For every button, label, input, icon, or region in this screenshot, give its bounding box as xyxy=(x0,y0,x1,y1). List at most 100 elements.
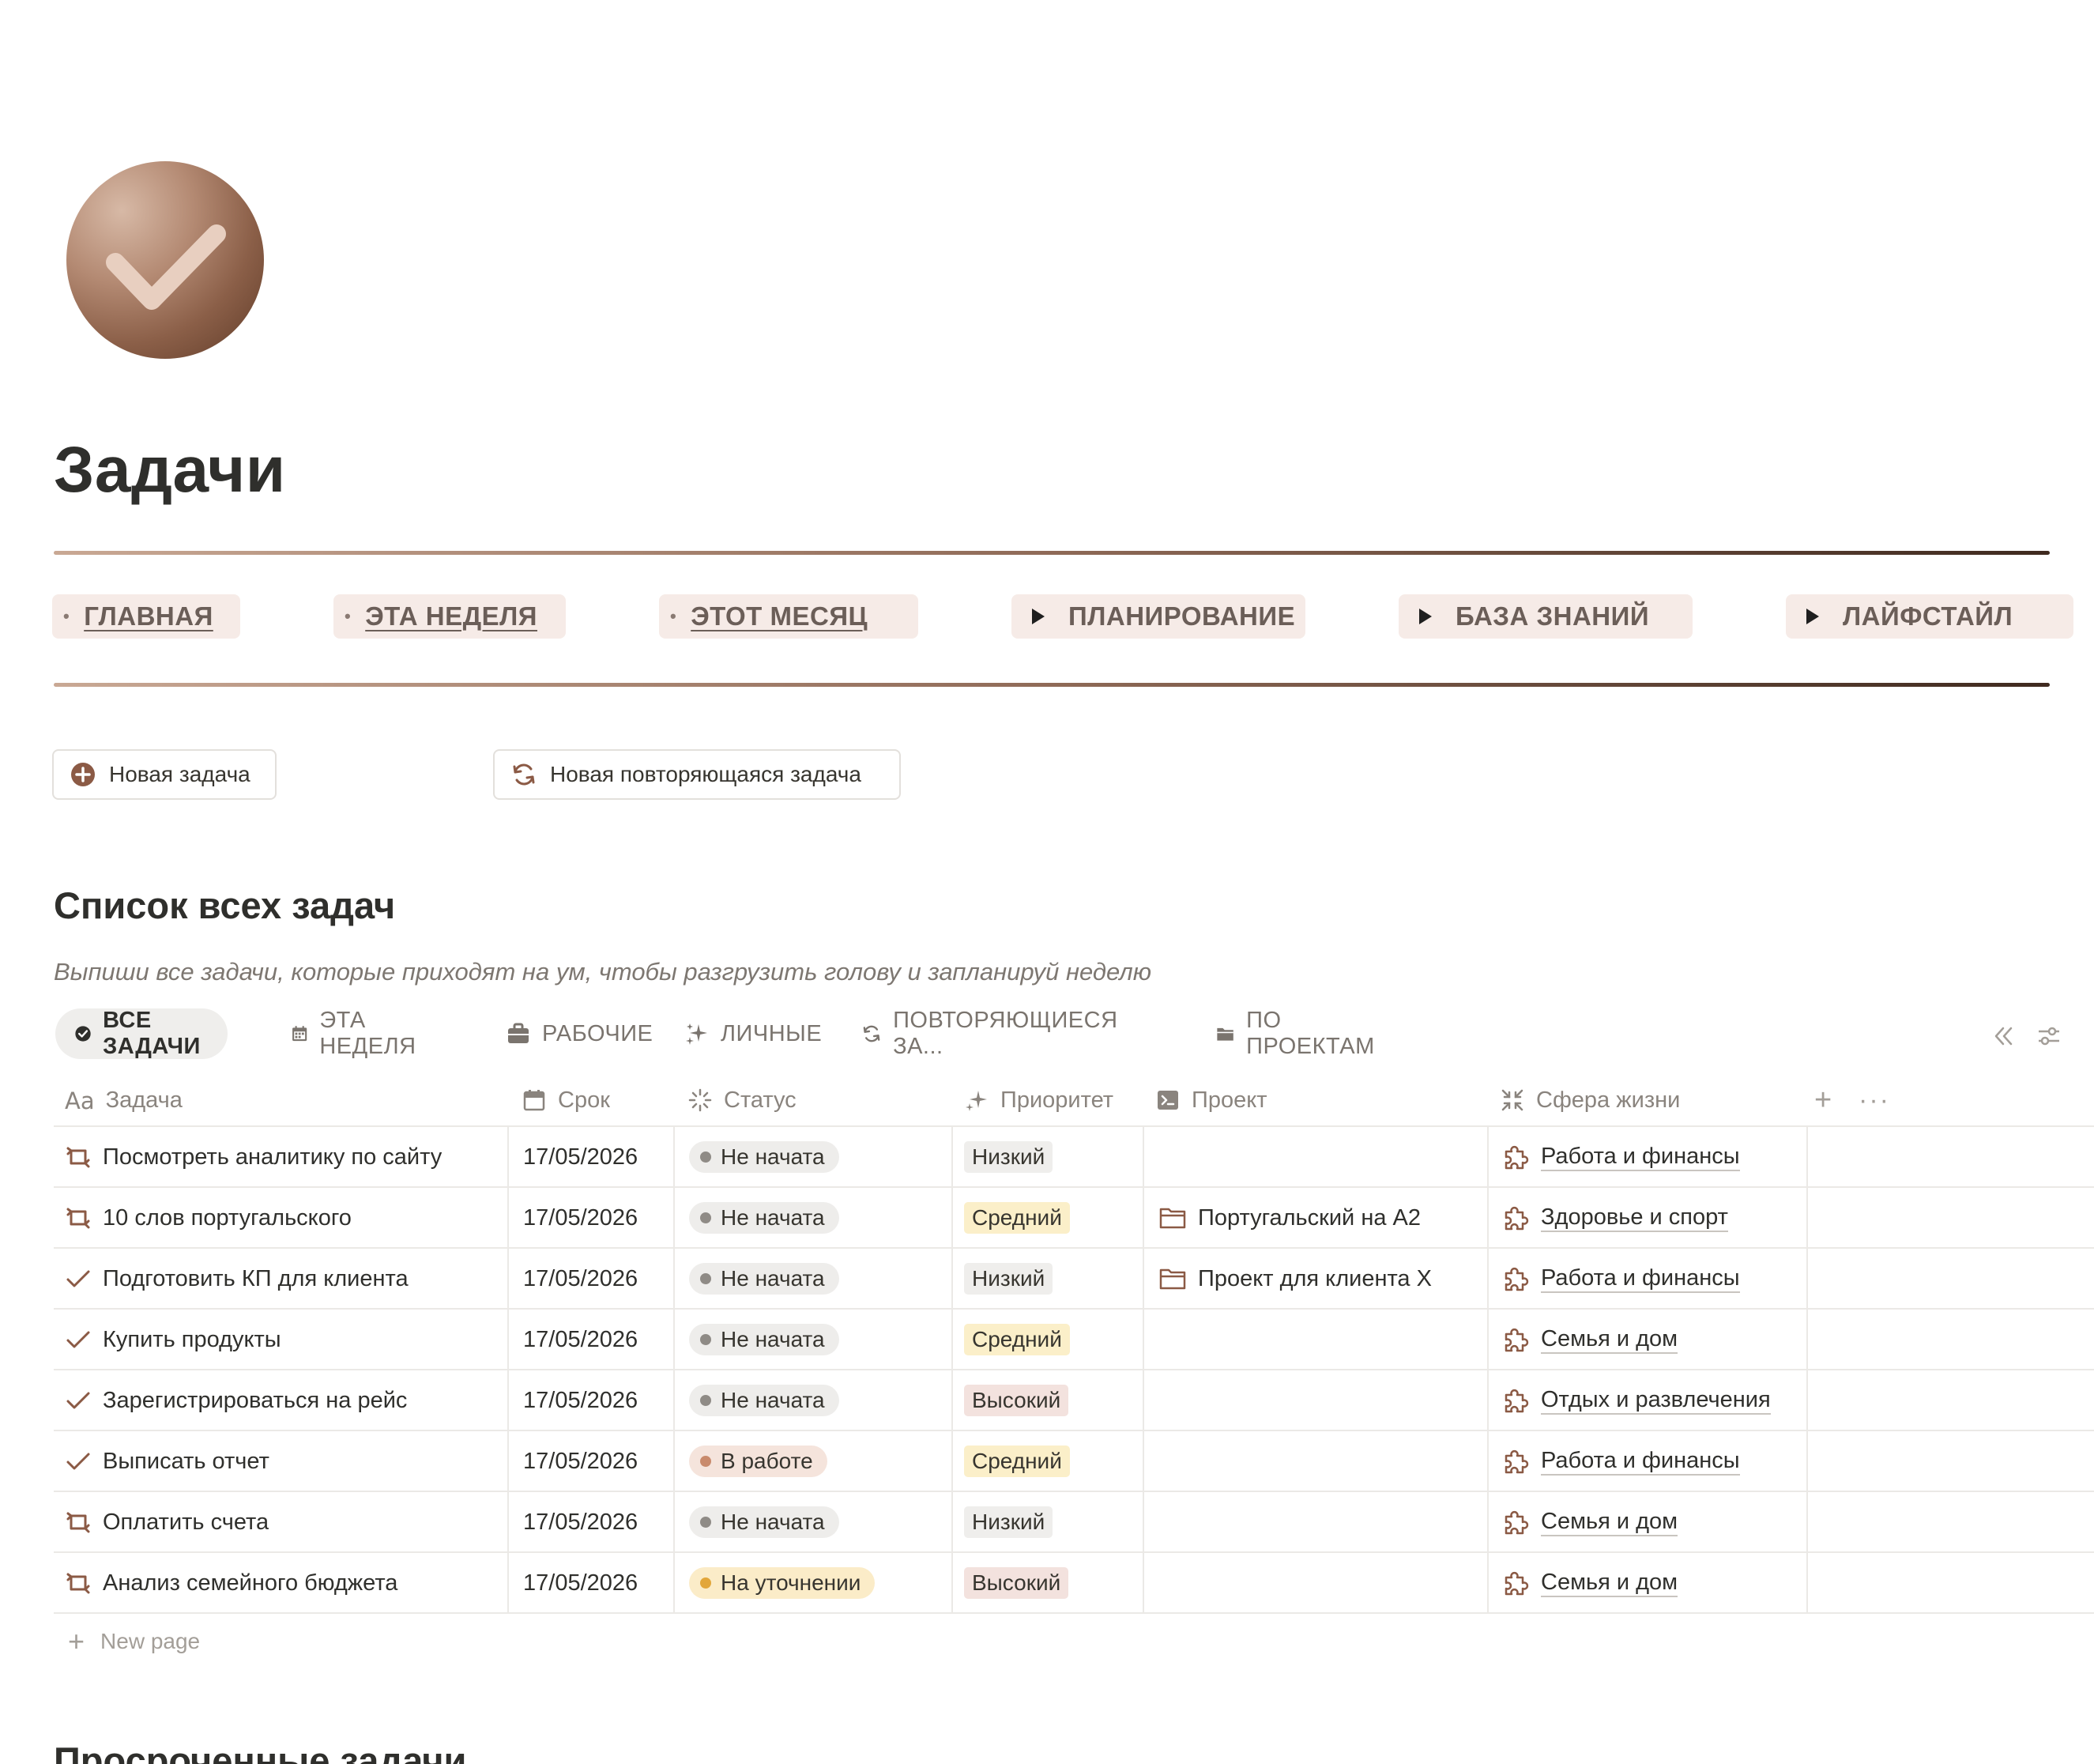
priority-badge: Низкий xyxy=(964,1141,1053,1173)
new-page-button[interactable]: + New page xyxy=(68,1625,200,1658)
status-badge: В работе xyxy=(689,1446,827,1477)
tab-work[interactable]: РАБОЧИЕ xyxy=(506,1008,653,1059)
priority-cell[interactable]: Средний xyxy=(964,1310,1070,1370)
sphere-link[interactable]: Отдых и развлечения xyxy=(1489,1385,1771,1415)
plus-icon: + xyxy=(68,1625,85,1657)
page-icon[interactable] xyxy=(66,161,264,359)
priority-cell[interactable]: Высокий xyxy=(964,1370,1069,1430)
status-label: Не начата xyxy=(721,1388,825,1412)
status-cell[interactable]: В работе xyxy=(689,1431,827,1491)
status-badge: Не начата xyxy=(689,1202,839,1234)
project-cell[interactable]: Проект для клиента X xyxy=(1144,1249,1432,1309)
nav-knowledge-base-toggle[interactable]: БАЗА ЗНАНИЙ xyxy=(1399,594,1693,639)
column-header-project[interactable]: Проект xyxy=(1155,1073,1267,1127)
column-header-priority[interactable]: Приоритет xyxy=(964,1073,1113,1127)
new-recurring-task-button[interactable]: Новая повторяющаяся задача xyxy=(493,749,901,800)
priority-cell[interactable]: Низкий xyxy=(964,1127,1053,1187)
priority-cell[interactable]: Средний xyxy=(964,1188,1070,1248)
task-cell[interactable]: Выписать отчет xyxy=(54,1431,269,1491)
task-cell[interactable]: 10 слов португальского xyxy=(54,1188,352,1248)
priority-cell[interactable]: Низкий xyxy=(964,1249,1053,1309)
nav-this-week-button[interactable]: • ЭТА НЕДЕЛЯ xyxy=(333,594,566,639)
priority-cell[interactable]: Низкий xyxy=(964,1492,1053,1552)
sphere-link[interactable]: Работа и финансы xyxy=(1489,1264,1740,1294)
sphere-link[interactable]: Семья и дом xyxy=(1489,1568,1678,1598)
nav-planning-toggle[interactable]: ПЛАНИРОВАНИЕ xyxy=(1011,594,1305,639)
project-cell[interactable]: Португальский на A2 xyxy=(1144,1188,1421,1248)
table-row[interactable]: Выписать отчет 17/05/2026 В работе Средний Р… xyxy=(54,1431,2094,1492)
sphere-cell[interactable]: Здоровье и спорт xyxy=(1489,1188,1728,1248)
status-cell[interactable]: Не начата xyxy=(689,1127,839,1187)
sphere-link[interactable]: Работа и финансы xyxy=(1489,1446,1740,1476)
nav-bar: • ГЛАВНАЯ • ЭТА НЕДЕЛЯ • ЭТОТ МЕСЯЦ ПЛАН… xyxy=(0,594,2094,639)
table-row[interactable]: Подготовить КП для клиента 17/05/2026 Не н… xyxy=(54,1249,2094,1310)
sphere-cell[interactable]: Отдых и развлечения xyxy=(1489,1370,1771,1430)
sphere-link[interactable]: Работа и финансы xyxy=(1489,1142,1740,1172)
priority-cell[interactable]: Высокий xyxy=(964,1553,1069,1613)
puzzle-icon xyxy=(1505,1510,1529,1535)
sphere-cell[interactable]: Работа и финансы xyxy=(1489,1127,1740,1187)
project-link[interactable]: Проект для клиента X xyxy=(1144,1266,1432,1292)
task-cell[interactable]: Подготовить КП для клиента xyxy=(54,1249,409,1309)
task-cell[interactable]: Оплатить счета xyxy=(54,1492,269,1552)
table-row[interactable]: 10 слов португальского 17/05/2026 Не начат… xyxy=(54,1188,2094,1249)
sphere-cell[interactable]: Семья и дом xyxy=(1489,1553,1678,1613)
due-cell[interactable]: 17/05/2026 xyxy=(523,1370,638,1430)
table-row[interactable]: Купить продукты 17/05/2026 Не начата Средни… xyxy=(54,1310,2094,1370)
priority-cell[interactable]: Средний xyxy=(964,1431,1070,1491)
status-cell[interactable]: Не начата xyxy=(689,1370,839,1430)
nav-this-month-button[interactable]: • ЭТОТ МЕСЯЦ xyxy=(659,594,918,639)
due-cell[interactable]: 17/05/2026 xyxy=(523,1127,638,1187)
new-task-button[interactable]: Новая задача xyxy=(52,749,277,800)
table-row[interactable]: Посмотреть аналитику по сайту 17/05/2026 Н… xyxy=(54,1127,2094,1188)
table-row[interactable]: Зарегистрироваться на рейс 17/05/2026 Не н… xyxy=(54,1370,2094,1431)
sphere-cell[interactable]: Работа и финансы xyxy=(1489,1249,1740,1309)
add-property-button[interactable]: + xyxy=(1814,1073,1832,1127)
status-cell[interactable]: На уточнении xyxy=(689,1553,876,1613)
column-header-sphere[interactable]: Сфера жизни xyxy=(1500,1073,1680,1127)
sphere-link[interactable]: Семья и дом xyxy=(1489,1325,1678,1355)
column-header-status[interactable]: Статус xyxy=(687,1073,797,1127)
status-cell[interactable]: Не начата xyxy=(689,1492,839,1552)
task-cell[interactable]: Анализ семейного бюджета xyxy=(54,1553,397,1613)
sphere-cell[interactable]: Семья и дом xyxy=(1489,1310,1678,1370)
status-dot-icon xyxy=(700,1212,711,1223)
more-options-button[interactable]: ··· xyxy=(1859,1073,1890,1127)
due-cell[interactable]: 17/05/2026 xyxy=(523,1492,638,1552)
task-cell[interactable]: Посмотреть аналитику по сайту xyxy=(54,1127,442,1187)
table-row[interactable]: Оплатить счета 17/05/2026 Не начата Низкий С… xyxy=(54,1492,2094,1553)
task-cell[interactable]: Зарегистрироваться на рейс xyxy=(54,1370,407,1430)
sphere-cell[interactable]: Работа и финансы xyxy=(1489,1431,1740,1491)
table-row[interactable]: Анализ семейного бюджета 17/05/2026 На уто… xyxy=(54,1553,2094,1614)
project-link[interactable]: Португальский на A2 xyxy=(1144,1205,1421,1231)
nav-home-button[interactable]: • ГЛАВНАЯ xyxy=(52,594,240,639)
sphere-link[interactable]: Семья и дом xyxy=(1489,1507,1678,1537)
tab-this-week[interactable]: ЭТА НЕДЕЛЯ xyxy=(291,1008,424,1059)
status-cell[interactable]: Не начата xyxy=(689,1249,839,1309)
due-cell[interactable]: 17/05/2026 xyxy=(523,1553,638,1613)
settings-sliders-icon[interactable] xyxy=(2036,1024,2062,1048)
status-label: Не начата xyxy=(721,1510,825,1534)
tab-by-project[interactable]: ПО ПРОЕКТАМ xyxy=(1215,1008,1380,1059)
collapse-chevrons-icon[interactable] xyxy=(1990,1024,2017,1048)
priority-label: Низкий xyxy=(972,1144,1045,1169)
sphere-cell[interactable]: Семья и дом xyxy=(1489,1492,1678,1552)
nav-lifestyle-toggle[interactable]: ЛАЙФСТАЙЛ xyxy=(1786,594,2073,639)
due-cell[interactable]: 17/05/2026 xyxy=(523,1188,638,1248)
folder-icon xyxy=(1217,1027,1233,1041)
sphere-label: Работа и финансы xyxy=(1541,1447,1740,1476)
column-header-due[interactable]: Срок xyxy=(522,1073,610,1127)
status-cell[interactable]: Не начата xyxy=(689,1310,839,1370)
column-header-task[interactable]: Aa Задача xyxy=(65,1073,183,1127)
task-cell[interactable]: Купить продукты xyxy=(54,1310,281,1370)
collapse-arrows-icon xyxy=(1501,1089,1523,1111)
sphere-link[interactable]: Здоровье и спорт xyxy=(1489,1203,1728,1233)
tab-all-tasks[interactable]: ВСЕ ЗАДАЧИ xyxy=(55,1008,228,1059)
status-dot-icon xyxy=(700,1517,711,1528)
tab-recurring[interactable]: ПОВТОРЯЮЩИЕСЯ ЗА... xyxy=(861,1008,1122,1059)
due-cell[interactable]: 17/05/2026 xyxy=(523,1249,638,1309)
status-cell[interactable]: Не начата xyxy=(689,1188,839,1248)
due-cell[interactable]: 17/05/2026 xyxy=(523,1431,638,1491)
due-cell[interactable]: 17/05/2026 xyxy=(523,1310,638,1370)
tab-personal[interactable]: ЛИЧНЫЕ xyxy=(684,1008,822,1059)
